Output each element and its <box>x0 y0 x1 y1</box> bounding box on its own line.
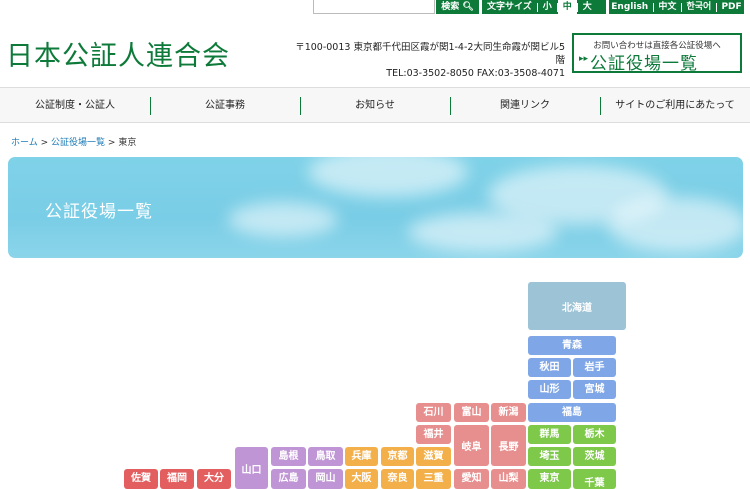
pref-yamagata[interactable]: 山形 <box>528 380 571 399</box>
pref-fukushima[interactable]: 福島 <box>528 403 616 422</box>
page-banner: 公証役場一覧 <box>8 157 743 258</box>
search-label: 検索 <box>441 2 460 12</box>
cloud-decoration <box>228 202 338 237</box>
pref-hokkaido[interactable]: 北海道 <box>528 282 626 330</box>
pref-nara[interactable]: 奈良 <box>381 469 414 489</box>
office-address: 〒100-0013 東京都千代田区霞が関1-4-2大同生命霞が関ビル5階 TEL… <box>293 41 565 80</box>
nav-item-system[interactable]: 公証制度・公証人 <box>0 88 150 122</box>
page-title: 公証役場一覧 <box>45 202 153 222</box>
pref-hyogo[interactable]: 兵庫 <box>345 447 378 466</box>
breadcrumb-list-link[interactable]: 公証役場一覧 <box>51 138 105 148</box>
pref-aomori[interactable]: 青森 <box>528 336 616 355</box>
pref-gunma[interactable]: 群馬 <box>528 425 571 444</box>
pref-kyoto[interactable]: 京都 <box>381 447 414 466</box>
pref-akita[interactable]: 秋田 <box>528 358 571 377</box>
cloud-decoration <box>608 197 743 252</box>
cloud-decoration <box>408 212 558 252</box>
pref-chiba[interactable]: 千葉 <box>573 469 616 489</box>
lang-chinese-link[interactable]: 中文 <box>658 0 676 14</box>
nav-item-news[interactable]: お知らせ <box>300 88 450 122</box>
font-size-control: 文字サイズ 小 中 大 <box>482 0 606 14</box>
pref-miyagi[interactable]: 宮城 <box>573 380 616 399</box>
pref-gifu[interactable]: 岐阜 <box>454 425 489 466</box>
breadcrumb-separator: > <box>107 138 116 148</box>
font-size-small-button[interactable]: 小 <box>538 0 557 14</box>
divider <box>652 3 654 12</box>
cloud-decoration <box>308 157 468 197</box>
nav-item-links[interactable]: 関連リンク <box>450 88 600 122</box>
search-input[interactable] <box>313 0 435 14</box>
pref-saitama[interactable]: 埼玉 <box>528 447 571 466</box>
pref-toyama[interactable]: 富山 <box>454 403 489 422</box>
breadcrumb-separator: > <box>40 138 49 148</box>
nav-item-site-usage[interactable]: サイトのご利用にあたって <box>600 88 750 122</box>
nav-item-services[interactable]: 公証事務 <box>150 88 300 122</box>
pref-aichi[interactable]: 愛知 <box>454 469 489 489</box>
pref-saga[interactable]: 佐賀 <box>124 469 158 489</box>
pref-mie[interactable]: 三重 <box>416 469 451 489</box>
pref-yamanashi[interactable]: 山梨 <box>491 469 526 489</box>
pref-tottori[interactable]: 鳥取 <box>308 447 343 466</box>
font-size-large-button[interactable]: 大 <box>578 0 597 14</box>
address-line: 〒100-0013 東京都千代田区霞が関1-4-2大同生命霞が関ビル5階 <box>295 42 565 66</box>
pref-niigata[interactable]: 新潟 <box>491 403 526 422</box>
divider <box>715 3 717 12</box>
pref-nagano[interactable]: 長野 <box>491 425 526 466</box>
pref-hiroshima[interactable]: 広島 <box>271 469 306 489</box>
pref-yamaguchi[interactable]: 山口 <box>235 447 268 489</box>
font-size-medium-button[interactable]: 中 <box>557 0 577 14</box>
pref-osaka[interactable]: 大阪 <box>345 469 378 489</box>
language-links: English 中文 한국어 PDF <box>609 0 744 14</box>
pref-tochigi[interactable]: 栃木 <box>573 425 616 444</box>
pref-okayama[interactable]: 岡山 <box>308 469 343 489</box>
pref-shiga[interactable]: 滋賀 <box>416 447 451 466</box>
pref-tokyo[interactable]: 東京 <box>528 469 571 489</box>
search-button[interactable]: 検索 🔍︎ <box>436 0 479 14</box>
pref-shimane[interactable]: 島根 <box>271 447 306 466</box>
double-arrow-icon: ▸▸ <box>579 54 589 64</box>
contact-line: TEL:03-3502-8050 FAX:03-3508-4071 <box>386 68 565 79</box>
font-size-label: 文字サイズ <box>487 2 532 12</box>
pref-oita[interactable]: 大分 <box>197 469 231 489</box>
search-icon: 🔍︎ <box>459 2 474 12</box>
office-list-button[interactable]: お問い合わせは直接各公証役場へ ▸▸ 公証役場一覧 <box>572 33 742 74</box>
pref-ibaraki[interactable]: 茨城 <box>573 447 616 466</box>
pref-fukuoka[interactable]: 福岡 <box>160 469 194 489</box>
pref-iwate[interactable]: 岩手 <box>573 358 616 377</box>
breadcrumb: ホーム > 公証役場一覧 > 東京 <box>11 135 136 148</box>
lang-korean-link[interactable]: 한국어 <box>686 0 711 14</box>
site-logo[interactable]: 日本公証人連合会 <box>6 34 230 73</box>
pdf-link[interactable]: PDF <box>721 0 741 14</box>
divider <box>680 3 682 12</box>
breadcrumb-home-link[interactable]: ホーム <box>11 138 38 148</box>
breadcrumb-current: 東京 <box>118 138 137 148</box>
lang-english-link[interactable]: English <box>611 0 648 14</box>
pref-ishikawa[interactable]: 石川 <box>416 403 451 422</box>
utility-bar: 検索 🔍︎ 文字サイズ 小 中 大 English 中文 한국어 PDF <box>0 0 750 14</box>
pref-fukui[interactable]: 福井 <box>416 425 451 444</box>
cta-label: 公証役場一覧 <box>590 54 698 74</box>
global-nav: 公証制度・公証人 公証事務 お知らせ 関連リンク サイトのご利用にあたって <box>0 87 750 123</box>
